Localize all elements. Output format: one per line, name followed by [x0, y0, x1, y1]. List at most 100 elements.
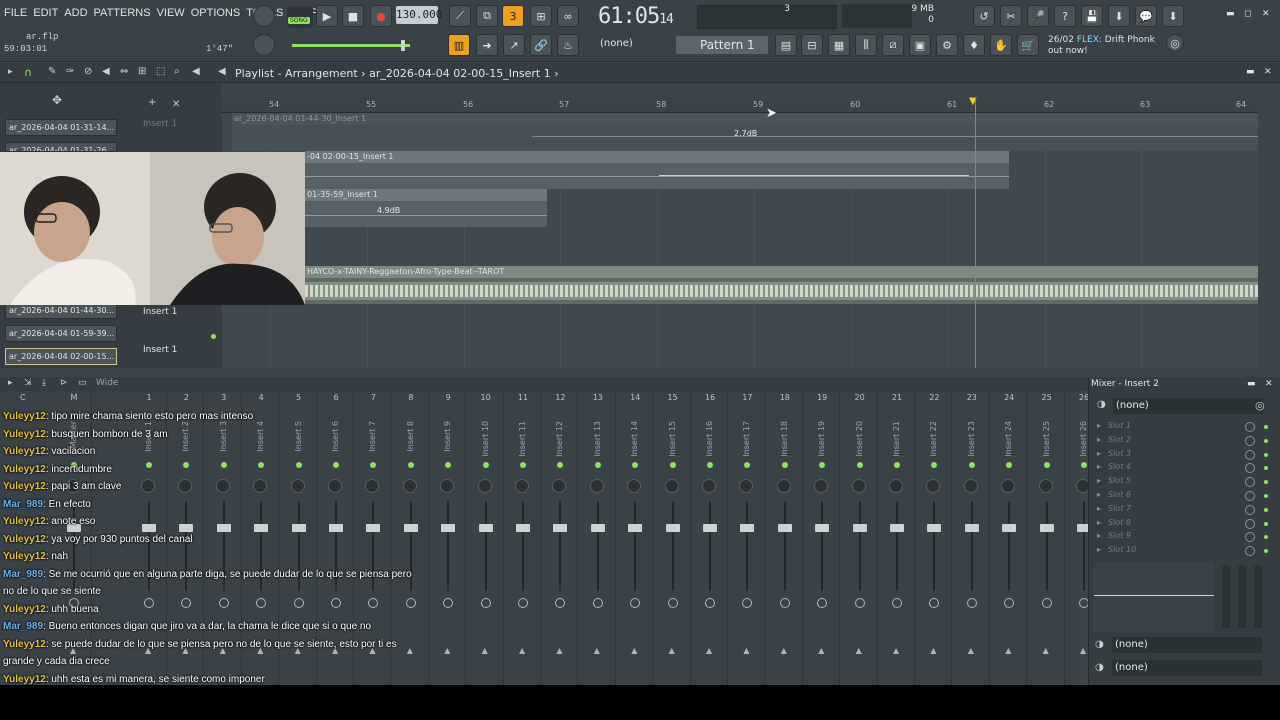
mixer-panel-knob-icon[interactable]: ◎	[1255, 399, 1265, 412]
master-volume-slider[interactable]	[292, 44, 410, 47]
strip-route-icon[interactable]	[555, 598, 566, 608]
touch-keyboard-icon[interactable]: ✋	[990, 34, 1012, 56]
strip-route-icon[interactable]	[1041, 598, 1052, 608]
strip-fader-handle[interactable]	[441, 524, 456, 532]
close-icon[interactable]: ✕	[1262, 9, 1270, 19]
strip-pan-knob[interactable]	[552, 479, 567, 493]
slot-expand-icon[interactable]: ▸	[1097, 435, 1101, 444]
select-tool-icon[interactable]: ⬚	[156, 66, 165, 77]
strip-active-led[interactable]	[931, 462, 938, 468]
save-icon[interactable]: 💾	[1081, 5, 1103, 27]
mixer-strip-15[interactable]: 15 Insert 15 ▲	[655, 391, 691, 685]
strip-pan-knob[interactable]	[702, 479, 716, 493]
audio-clip-3[interactable]: 01-35-59_Insert 1	[305, 189, 547, 201]
strip-send-icon[interactable]: ▲	[818, 646, 824, 655]
output-2-select[interactable]: (none)	[1112, 660, 1262, 676]
strip-fader-handle[interactable]	[1002, 524, 1017, 532]
slot-enable-led[interactable]	[1264, 438, 1268, 443]
help-icon[interactable]: ?	[1054, 5, 1076, 27]
strip-pan-knob[interactable]	[1001, 479, 1016, 493]
strip-send-icon[interactable]: ▲	[930, 646, 936, 655]
strip-pan-knob[interactable]	[889, 479, 903, 493]
mixer-eq-area[interactable]	[1094, 562, 1214, 632]
strip-fader-handle[interactable]	[927, 524, 942, 532]
effect-slot[interactable]: Slot 5	[1108, 476, 1131, 485]
side-track-2[interactable]: ar_2026-04-04 01-31-26	[5, 142, 117, 152]
minimize-icon[interactable]: ▬	[1226, 9, 1235, 19]
magnet-icon[interactable]: ∩	[24, 66, 32, 79]
slot-mix-knob[interactable]	[1245, 491, 1255, 501]
mixer-strip-9[interactable]: 9 Insert 9 ▲	[430, 391, 467, 685]
strip-route-icon[interactable]	[779, 598, 790, 608]
mixer-strip-14[interactable]: 14 Insert 14 ▲	[617, 391, 654, 685]
strip-route-icon[interactable]	[705, 598, 715, 608]
effect-slot[interactable]: Slot 2	[1108, 435, 1131, 444]
insert-fader-2[interactable]	[1238, 566, 1246, 628]
slot-expand-icon[interactable]: ▸	[1097, 476, 1101, 485]
strip-active-led[interactable]	[632, 462, 639, 468]
draw-tool-icon[interactable]: ✎	[48, 66, 56, 77]
mixer-strip-13[interactable]: 13 Insert 13 ▲	[580, 391, 616, 685]
slot-expand-icon[interactable]: ▸	[1097, 504, 1101, 513]
strip-fader-handle[interactable]	[815, 524, 830, 532]
effect-slot[interactable]: Slot 8	[1108, 518, 1131, 527]
menu-file[interactable]: FILE	[4, 7, 27, 19]
mixer-strip-19[interactable]: 19 Insert 19 ▲	[804, 391, 841, 685]
remove-track-icon[interactable]: ✕	[172, 99, 180, 110]
mixer-strip-16[interactable]: 16 Insert 16 ▲	[692, 391, 728, 685]
master-pitch-knob[interactable]	[253, 34, 275, 56]
strip-send-icon[interactable]: ▲	[519, 646, 525, 655]
strip-fader-handle[interactable]	[628, 524, 643, 532]
slot-enable-led[interactable]	[1264, 452, 1268, 457]
audio-clip-1[interactable]: ar_2026-04-04 01-44-30_Insert 1	[232, 113, 1258, 125]
wait-record-icon[interactable]: ⧉	[476, 5, 498, 27]
strip-active-led[interactable]	[669, 462, 676, 468]
mixer-strip-24[interactable]: 24 Insert 24 ▲	[991, 391, 1028, 685]
metronome-icon[interactable]: ⟋	[449, 5, 471, 27]
undo-icon[interactable]: ↺	[973, 5, 995, 27]
side-track-4[interactable]: ar_2026-04-04 01-59-39...	[5, 325, 117, 342]
mixer-icon[interactable]: ⫼	[855, 34, 877, 56]
output-1-icon[interactable]: ◑	[1095, 639, 1104, 650]
strip-send-icon[interactable]: ▲	[893, 646, 899, 655]
strip-active-led[interactable]	[482, 462, 489, 468]
snap-icon[interactable]: ↗	[503, 34, 525, 56]
loop-record-icon[interactable]: ∞	[557, 5, 579, 27]
strip-fader-handle[interactable]	[553, 524, 568, 532]
strip-active-led[interactable]	[1006, 462, 1013, 468]
insert-fader-3[interactable]	[1254, 566, 1262, 628]
strip-pan-knob[interactable]	[627, 479, 642, 493]
slot-expand-icon[interactable]: ▸	[1097, 531, 1101, 540]
playlist-arrow-icon[interactable]: ▸	[8, 67, 13, 77]
stamp-icon[interactable]: ♨	[557, 34, 579, 56]
strip-route-icon[interactable]	[630, 598, 641, 608]
playlist-grid[interactable]: ar_2026-04-04 01-44-30_Insert 1 2.7dB -0…	[222, 113, 1258, 368]
strip-route-icon[interactable]	[1004, 598, 1015, 608]
slot-expand-icon[interactable]: ▸	[1097, 545, 1101, 554]
strip-fader-handle[interactable]	[516, 524, 530, 532]
strip-pan-knob[interactable]	[926, 479, 941, 493]
download-icon[interactable]: ⬇	[1162, 5, 1184, 27]
strip-send-icon[interactable]: ▲	[968, 646, 974, 655]
audio-clip-4[interactable]: HAYCO-x-TAINY-Reggaeton-Afro-Type-Beat--…	[305, 266, 1258, 278]
strip-send-icon[interactable]: ▲	[444, 646, 450, 655]
strip-active-led[interactable]	[819, 462, 826, 468]
mixer-route-icon[interactable]: ⊳	[60, 378, 68, 388]
slot-mix-knob[interactable]	[1245, 518, 1255, 529]
mixer-close-icon[interactable]: ✕	[1265, 379, 1273, 389]
mixer-strip-22[interactable]: 22 Insert 22 ▲	[916, 391, 953, 685]
plugin-icon[interactable]: ⚙	[936, 34, 958, 56]
strip-send-icon[interactable]: ▲	[669, 646, 675, 655]
play-button[interactable]: ▶	[316, 5, 338, 27]
tools-icon[interactable]: ✂	[1000, 5, 1022, 27]
menu-options[interactable]: OPTIONS	[191, 7, 241, 19]
slot-mix-knob[interactable]	[1245, 422, 1255, 432]
mixer-strip-10[interactable]: 10 Insert 10 ▲	[468, 391, 504, 685]
strip-send-icon[interactable]: ▲	[743, 646, 749, 655]
effect-slot[interactable]: Slot 1	[1108, 421, 1131, 430]
arrow-icon[interactable]: ➜	[476, 34, 498, 56]
piano-roll-icon[interactable]: ▦	[828, 34, 850, 56]
strip-send-icon[interactable]: ▲	[556, 646, 562, 655]
strip-send-icon[interactable]: ▲	[482, 646, 488, 655]
countdown-icon[interactable]: 3	[502, 5, 524, 27]
